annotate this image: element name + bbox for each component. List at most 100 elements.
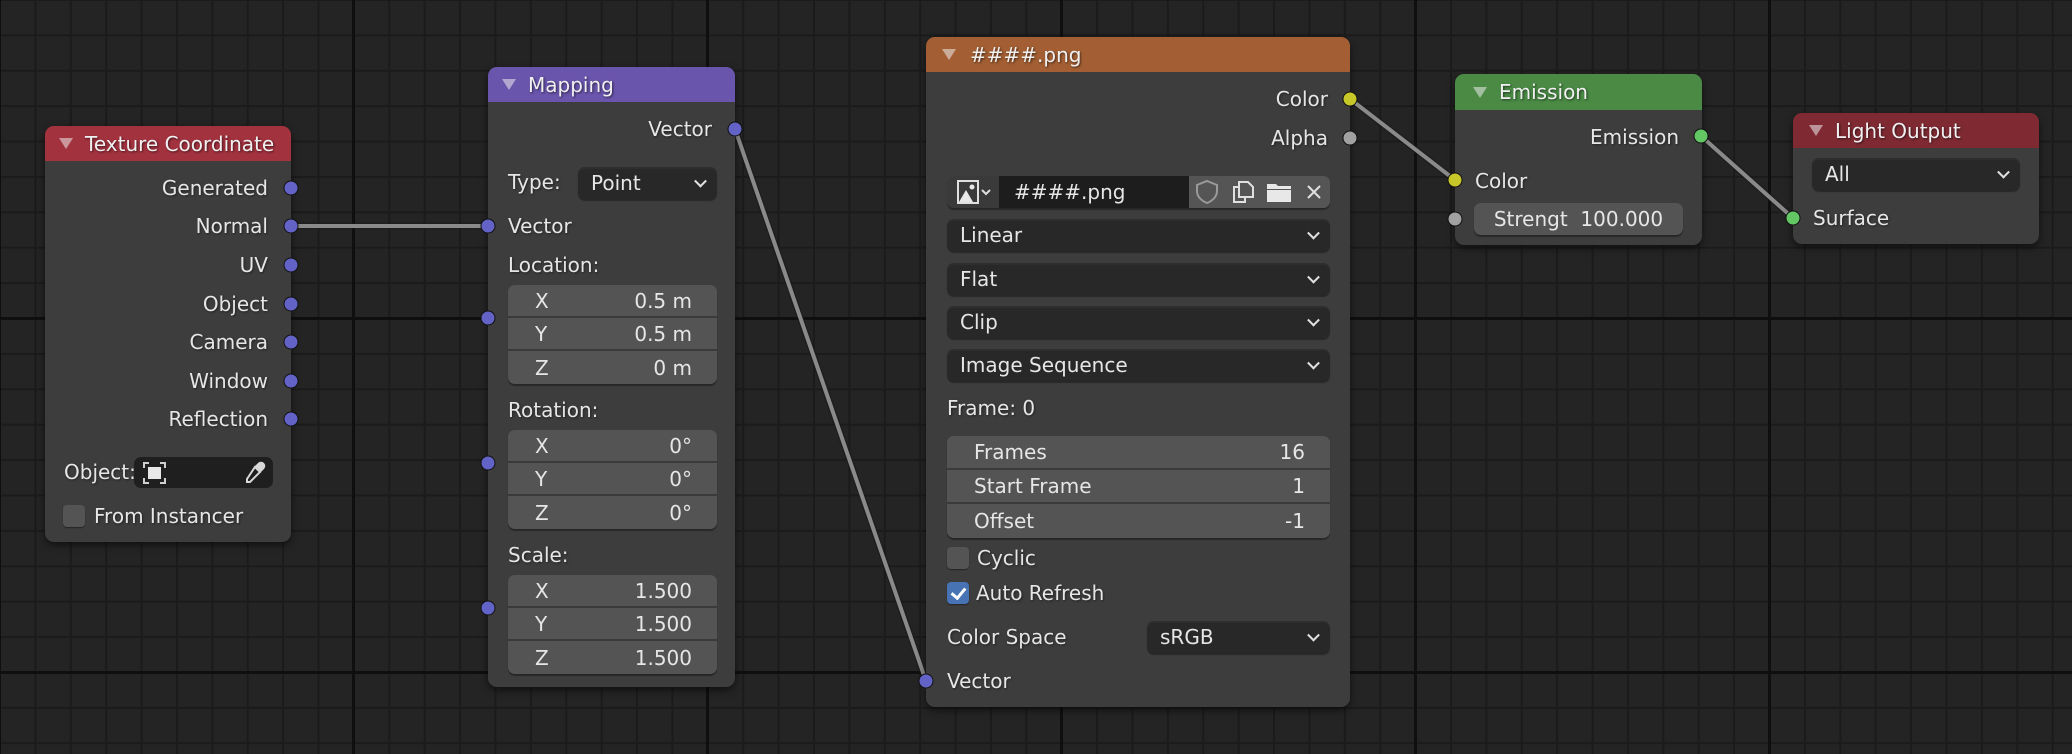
socket-mapping-vector-input[interactable] — [480, 218, 496, 234]
socket-uv-output[interactable] — [283, 257, 299, 273]
socket-window-output[interactable] — [283, 373, 299, 389]
axis-label: Y — [535, 466, 548, 491]
frames-field[interactable]: Frames 16 — [947, 436, 1330, 470]
collapse-triangle-icon[interactable] — [59, 138, 73, 149]
field-label: Offset — [974, 509, 1035, 533]
collapse-triangle-icon[interactable] — [942, 49, 956, 60]
interpolation-dropdown[interactable]: Linear — [947, 219, 1330, 251]
image-browse-button[interactable] — [947, 176, 999, 208]
collapse-triangle-icon[interactable] — [1473, 86, 1487, 98]
socket-normal-output[interactable] — [283, 218, 299, 234]
close-icon — [1306, 185, 1321, 199]
rotation-x-field[interactable]: X 0° — [508, 430, 717, 463]
scale-z-field[interactable]: Z 1.500 — [508, 641, 717, 674]
field-value: 1.500 — [634, 611, 692, 636]
scale-x-field[interactable]: X 1.500 — [508, 575, 717, 608]
node-header[interactable]: Mapping — [488, 67, 735, 102]
rotation-y-field[interactable]: Y 0° — [508, 463, 717, 496]
image-name-field[interactable]: ####.png — [999, 176, 1189, 208]
rotation-z-field[interactable]: Z 0° — [508, 496, 717, 529]
duplicate-image-button[interactable] — [1225, 176, 1260, 208]
input-label-surface: Surface — [1813, 206, 1890, 230]
node-title: Light Output — [1835, 118, 1961, 143]
output-label-color: Color — [1275, 87, 1328, 111]
image-selector: ####.png — [947, 176, 1330, 208]
node-header[interactable]: Emission — [1455, 74, 1702, 110]
chevron-down-icon — [1307, 226, 1320, 240]
node-header[interactable]: Texture Coordinate — [45, 126, 291, 161]
open-image-button[interactable] — [1261, 176, 1296, 208]
field-value: 1.500 — [634, 578, 692, 603]
scale-y-field[interactable]: Y 1.500 — [508, 608, 717, 641]
field-value: 0° — [669, 466, 692, 491]
node-header[interactable]: ####.png — [926, 37, 1350, 72]
socket-camera-output[interactable] — [283, 334, 299, 350]
light-output-node[interactable]: Light Output All Surface — [1793, 113, 2039, 244]
socket-surface-input[interactable] — [1785, 210, 1801, 226]
fake-user-button[interactable] — [1189, 176, 1224, 208]
auto-refresh-checkbox[interactable] — [947, 582, 969, 604]
shield-icon — [1195, 179, 1218, 205]
projection-value: Flat — [960, 267, 998, 291]
location-z-field[interactable]: Z 0 m — [508, 351, 717, 384]
axis-label: Y — [535, 321, 548, 346]
socket-reflection-output[interactable] — [283, 411, 299, 427]
location-label: Location: — [508, 253, 600, 277]
socket-location-input[interactable] — [480, 310, 496, 326]
collapse-triangle-icon[interactable] — [502, 79, 516, 90]
mapping-node[interactable]: Mapping Vector Type: Point Vector Locati… — [488, 67, 735, 687]
color-space-dropdown[interactable]: sRGB — [1147, 621, 1330, 653]
field-value: -1 — [1285, 509, 1305, 533]
rotation-fields: X 0° Y 0° Z 0° — [508, 430, 717, 529]
axis-label: Z — [535, 645, 549, 670]
output-label-generated: Generated — [161, 176, 268, 200]
texture-coordinate-node[interactable]: Texture Coordinate Generated Normal UV O… — [45, 126, 291, 542]
duplicate-icon — [1232, 181, 1254, 203]
collapse-triangle-icon[interactable] — [1809, 125, 1823, 136]
image-texture-node[interactable]: ####.png Color Alpha ####.png Linear Fla… — [926, 37, 1350, 707]
output-label-emission: Emission — [1590, 125, 1679, 149]
socket-image-color-output[interactable] — [1342, 91, 1358, 107]
chevron-down-icon — [1307, 356, 1320, 370]
offset-field[interactable]: Offset -1 — [947, 504, 1330, 538]
socket-emission-color-input[interactable] — [1447, 172, 1463, 188]
socket-emission-strength-input[interactable] — [1447, 211, 1463, 227]
extension-dropdown[interactable]: Clip — [947, 306, 1330, 338]
socket-rotation-input[interactable] — [480, 455, 496, 471]
socket-image-alpha-output[interactable] — [1342, 130, 1358, 146]
axis-label: Z — [535, 500, 549, 525]
chevron-down-icon — [1307, 313, 1320, 327]
type-label: Type: — [508, 170, 561, 194]
source-dropdown[interactable]: Image Sequence — [947, 349, 1330, 381]
node-header[interactable]: Light Output — [1793, 113, 2039, 148]
type-dropdown[interactable]: Point — [578, 167, 717, 199]
socket-object-output[interactable] — [283, 296, 299, 312]
unlink-image-button[interactable] — [1297, 176, 1330, 208]
output-label-reflection: Reflection — [168, 407, 268, 431]
start-frame-field[interactable]: Start Frame 1 — [947, 470, 1330, 504]
field-label: Frames — [974, 440, 1047, 464]
projection-dropdown[interactable]: Flat — [947, 263, 1330, 295]
strength-field[interactable]: Strengt 100.000 — [1474, 203, 1683, 235]
output-label-object: Object — [202, 292, 268, 316]
socket-image-vector-input[interactable] — [918, 673, 934, 689]
eyedropper-icon[interactable] — [241, 460, 267, 486]
node-title: Mapping — [528, 72, 614, 97]
location-y-field[interactable]: Y 0.5 m — [508, 318, 717, 351]
folder-icon — [1266, 184, 1291, 202]
target-dropdown[interactable]: All — [1812, 158, 2020, 190]
cyclic-checkbox[interactable] — [947, 547, 969, 569]
object-field[interactable] — [134, 457, 273, 488]
socket-mapping-vector-output[interactable] — [727, 121, 743, 137]
strength-value: 100.000 — [1580, 207, 1664, 231]
image-icon — [957, 180, 991, 204]
socket-emission-output[interactable] — [1693, 128, 1709, 144]
chevron-down-icon — [1307, 270, 1320, 284]
socket-scale-input[interactable] — [480, 600, 496, 616]
socket-generated-output[interactable] — [283, 180, 299, 196]
emission-node[interactable]: Emission Emission Color Strengt 100.000 — [1455, 74, 1702, 245]
location-x-field[interactable]: X 0.5 m — [508, 285, 717, 318]
color-space-value: sRGB — [1160, 625, 1214, 649]
from-instancer-checkbox[interactable] — [63, 505, 85, 527]
field-value: 0.5 m — [634, 288, 692, 313]
